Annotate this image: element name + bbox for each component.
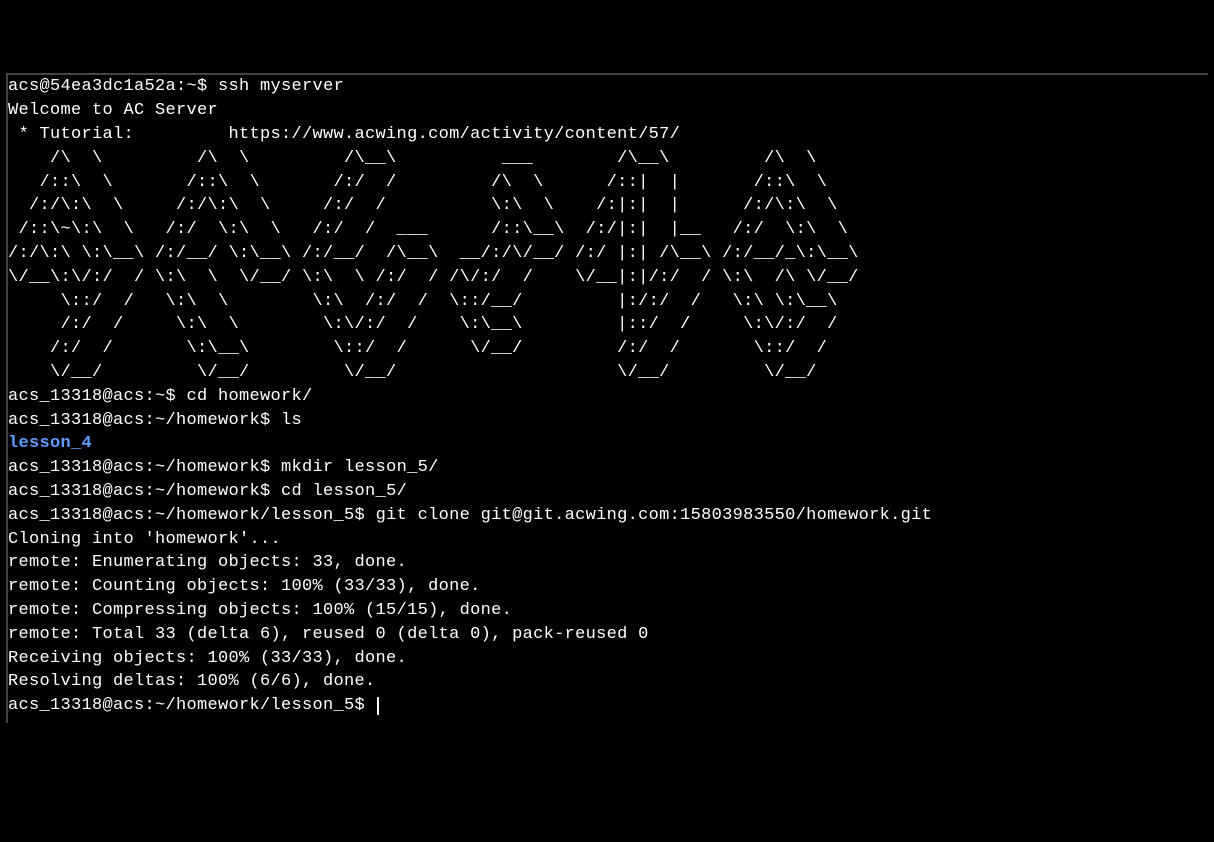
terminal-line: acs_13318@acs:~/homework$ ls: [8, 409, 1208, 433]
output-text: remote: Total 33 (delta 6), reused 0 (de…: [8, 625, 649, 644]
terminal-line: /:/ / \:\ \ \:\/:/ / \:\__\ |::/ / \:\/:…: [8, 313, 1208, 337]
terminal-content[interactable]: acs@54ea3dc1a52a:~$ ssh myserverWelcome …: [8, 75, 1208, 718]
terminal-line: Welcome to AC Server: [8, 99, 1208, 123]
terminal-line: /\ \ /\ \ /\__\ ___ /\__\ /\ \: [8, 147, 1208, 171]
shell-command: cd lesson_5/: [281, 482, 407, 501]
output-text: Resolving deltas: 100% (6/6), done.: [8, 672, 376, 691]
output-text: \/__/ \/__/ \/__/ \/__/ \/__/: [8, 363, 817, 382]
shell-prompt: acs_13318@acs:~/homework/lesson_5$: [8, 696, 376, 715]
shell-prompt: acs_13318@acs:~/homework$: [8, 458, 281, 477]
terminal-line: acs_13318@acs:~/homework$ mkdir lesson_5…: [8, 456, 1208, 480]
terminal-line: /::\ \ /::\ \ /:/ / /\ \ /::| | /::\ \: [8, 171, 1208, 195]
shell-prompt: acs_13318@acs:~$: [8, 387, 187, 406]
terminal-line: remote: Counting objects: 100% (33/33), …: [8, 575, 1208, 599]
terminal-line: \::/ / \:\ \ \:\ /:/ / \::/__/ |:/:/ / \…: [8, 290, 1208, 314]
output-text: /:/ / \:\__\ \::/ / \/__/ /:/ / \::/ /: [8, 339, 827, 358]
terminal-line: /:/\:\ \ /:/\:\ \ /:/ / \:\ \ /:|:| | /:…: [8, 194, 1208, 218]
output-text: Cloning into 'homework'...: [8, 530, 281, 549]
shell-command: ls: [281, 411, 302, 430]
shell-command: git clone git@git.acwing.com:15803983550…: [376, 506, 933, 525]
output-text: /:/\:\ \ /:/\:\ \ /:/ / \:\ \ /:|:| | /:…: [8, 196, 838, 215]
output-text: /:/\:\ \:\__\ /:/__/ \:\__\ /:/__/ /\__\…: [8, 244, 859, 263]
shell-prompt: acs_13318@acs:~/homework$: [8, 482, 281, 501]
output-text: remote: Counting objects: 100% (33/33), …: [8, 577, 481, 596]
terminal-line: Resolving deltas: 100% (6/6), done.: [8, 670, 1208, 694]
output-text: /::\~\:\ \ /:/ \:\ \ /:/ / ___ /::\__\ /…: [8, 220, 848, 239]
terminal-line: acs_13318@acs:~/homework$ cd lesson_5/: [8, 480, 1208, 504]
shell-command: cd homework/: [187, 387, 313, 406]
terminal-line: acs@54ea3dc1a52a:~$ ssh myserver: [8, 75, 1208, 99]
terminal-line: \/__/ \/__/ \/__/ \/__/ \/__/: [8, 361, 1208, 385]
terminal-line: \/__\:\/:/ / \:\ \ \/__/ \:\ \ /:/ / /\/…: [8, 266, 1208, 290]
terminal-line: /:/\:\ \:\__\ /:/__/ \:\__\ /:/__/ /\__\…: [8, 242, 1208, 266]
terminal-window[interactable]: acs@54ea3dc1a52a:~$ ssh myserverWelcome …: [6, 73, 1208, 723]
terminal-line: remote: Compressing objects: 100% (15/15…: [8, 599, 1208, 623]
terminal-line: acs_13318@acs:~/homework/lesson_5$ git c…: [8, 504, 1208, 528]
terminal-line: acs_13318@acs:~/homework/lesson_5$: [8, 694, 1208, 718]
output-text: /::\ \ /::\ \ /:/ / /\ \ /::| | /::\ \: [8, 173, 827, 192]
shell-prompt: acs@54ea3dc1a52a:~$: [8, 77, 218, 96]
shell-prompt: acs_13318@acs:~/homework$: [8, 411, 281, 430]
shell-command: mkdir lesson_5/: [281, 458, 439, 477]
terminal-line: * Tutorial: https://www.acwing.com/activ…: [8, 123, 1208, 147]
terminal-line: acs_13318@acs:~$ cd homework/: [8, 385, 1208, 409]
output-text: \::/ / \:\ \ \:\ /:/ / \::/__/ |:/:/ / \…: [8, 292, 838, 311]
output-text: Welcome to AC Server: [8, 101, 218, 120]
cursor: [377, 697, 379, 715]
terminal-line: remote: Enumerating objects: 33, done.: [8, 551, 1208, 575]
output-text: remote: Enumerating objects: 33, done.: [8, 553, 407, 572]
output-text: remote: Compressing objects: 100% (15/15…: [8, 601, 512, 620]
output-text: /\ \ /\ \ /\__\ ___ /\__\ /\ \: [8, 149, 817, 168]
output-text: * Tutorial: https://www.acwing.com/activ…: [8, 125, 680, 144]
output-text: \/__\:\/:/ / \:\ \ \/__/ \:\ \ /:/ / /\/…: [8, 268, 859, 287]
output-text: Receiving objects: 100% (33/33), done.: [8, 649, 407, 668]
shell-prompt: acs_13318@acs:~/homework/lesson_5$: [8, 506, 376, 525]
terminal-line: remote: Total 33 (delta 6), reused 0 (de…: [8, 623, 1208, 647]
shell-command: ssh myserver: [218, 77, 344, 96]
terminal-line: lesson_4: [8, 432, 1208, 456]
terminal-line: /:/ / \:\__\ \::/ / \/__/ /:/ / \::/ /: [8, 337, 1208, 361]
terminal-line: Receiving objects: 100% (33/33), done.: [8, 647, 1208, 671]
output-text: /:/ / \:\ \ \:\/:/ / \:\__\ |::/ / \:\/:…: [8, 315, 838, 334]
directory-name: lesson_4: [8, 434, 92, 453]
terminal-line: Cloning into 'homework'...: [8, 528, 1208, 552]
terminal-line: /::\~\:\ \ /:/ \:\ \ /:/ / ___ /::\__\ /…: [8, 218, 1208, 242]
